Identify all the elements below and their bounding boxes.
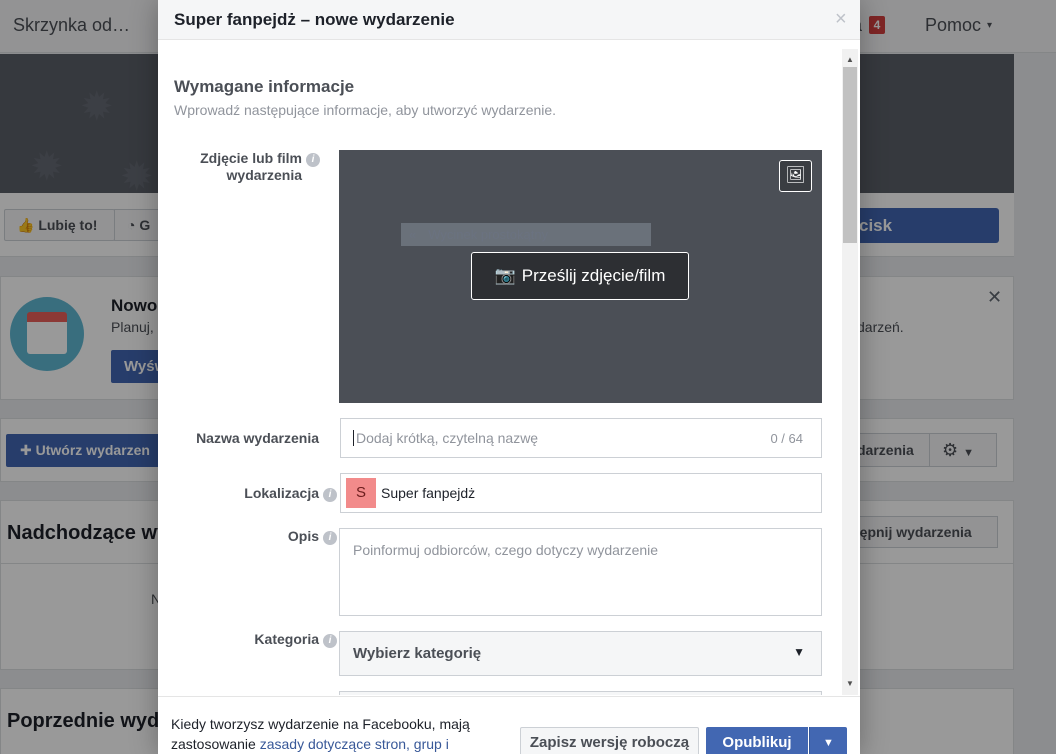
- category-select[interactable]: Wybierz kategorię ▼: [339, 631, 822, 676]
- info-icon[interactable]: i: [323, 634, 337, 648]
- scroll-down-icon[interactable]: ▼: [846, 679, 854, 688]
- location-label-text: Lokalizacja: [244, 485, 319, 501]
- info-icon[interactable]: i: [323, 531, 337, 545]
- close-icon[interactable]: ×: [835, 8, 847, 31]
- category-label-text: Kategoria: [254, 631, 319, 647]
- event-photo-area[interactable]: « Wycinek prostokątny 🖼 📷 Prześlij zdjęcie…: [339, 150, 822, 403]
- category-label: Kategoria i: [254, 631, 337, 648]
- camera-icon: 📷: [494, 266, 516, 285]
- event-name-input[interactable]: Dodaj krótką, czytelną nazwę 0 / 64: [340, 418, 822, 458]
- info-icon[interactable]: i: [323, 488, 337, 502]
- upload-photo-button[interactable]: 📷 Prześlij zdjęcie/film: [471, 252, 689, 300]
- dialog-header: Super fanpejdż – nowe wydarzenie ×: [158, 0, 860, 40]
- publish-options-button[interactable]: ▼: [809, 727, 847, 754]
- scrollbar-thumb[interactable]: [843, 67, 857, 243]
- photo-label: Zdjęcie lub film i wydarzenia: [200, 150, 320, 183]
- section-title: Wymagane informacje: [174, 77, 355, 96]
- location-label: Lokalizacja i: [244, 485, 337, 502]
- event-name-label: Nazwa wydarzenia: [196, 430, 319, 446]
- policy-link[interactable]: zasady dotyczące stron, grup i: [260, 736, 449, 752]
- photo-gallery-icon[interactable]: 🖼: [779, 160, 812, 192]
- section-subtitle: Wprowadź następujące informacje, aby utw…: [174, 102, 557, 118]
- location-input[interactable]: S Super fanpejdż: [340, 473, 822, 513]
- description-textarea[interactable]: Poinformuj odbiorców, czego dotyczy wyda…: [339, 528, 822, 616]
- crop-hint-label: Wycinek prostokątny: [428, 227, 549, 242]
- create-event-dialog: Super fanpejdż – nowe wydarzenie × Wymag…: [158, 0, 860, 754]
- photo-label-line2: wydarzenia: [226, 167, 302, 183]
- save-draft-button[interactable]: Zapisz wersję roboczą: [520, 727, 699, 754]
- next-field-partial[interactable]: [339, 691, 822, 695]
- policy-note: Kiedy tworzysz wydarzenie na Facebooku, …: [171, 714, 511, 754]
- chevron-down-icon: ▼: [823, 737, 834, 749]
- page-avatar: S: [346, 478, 376, 508]
- dialog-title: Super fanpejdż – nowe wydarzenie: [174, 10, 455, 29]
- publish-button[interactable]: Opublikuj: [706, 727, 808, 754]
- photo-label-line1: Zdjęcie lub film: [200, 150, 302, 166]
- crop-hint: « Wycinek prostokątny: [401, 223, 651, 246]
- dialog-body[interactable]: Wymagane informacje Wprowadź następujące…: [158, 41, 860, 695]
- dialog-scrollbar[interactable]: ▲ ▼: [842, 49, 858, 695]
- chevron-down-icon: ▼: [793, 645, 805, 659]
- location-value: Super fanpejdż: [381, 485, 476, 501]
- description-label: Opis i: [288, 528, 337, 545]
- dialog-footer: Kiedy tworzysz wydarzenie na Facebooku, …: [158, 696, 860, 754]
- scroll-up-icon[interactable]: ▲: [846, 55, 854, 64]
- description-label-text: Opis: [287, 528, 319, 544]
- event-name-counter: 0 / 64: [770, 431, 803, 446]
- info-icon[interactable]: i: [306, 153, 320, 167]
- event-name-placeholder: Dodaj krótką, czytelną nazwę: [353, 430, 538, 446]
- description-placeholder: Poinformuj odbiorców, czego dotyczy wyda…: [353, 542, 659, 558]
- upload-photo-label: Prześlij zdjęcie/film: [521, 266, 666, 285]
- category-value: Wybierz kategorię: [353, 645, 482, 662]
- crop-icon: «: [409, 227, 417, 242]
